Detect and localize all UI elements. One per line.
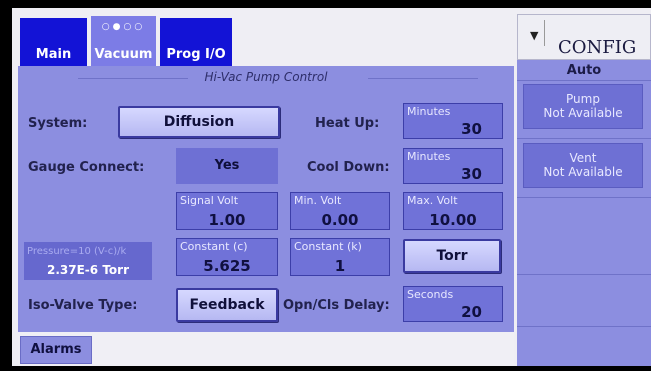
iso-valve-type-button[interactable]: Feedback <box>176 288 278 322</box>
side-divider-1 <box>517 80 651 81</box>
heat-up-field[interactable]: Minutes 30 <box>403 103 503 139</box>
heat-up-value: 30 <box>461 120 482 138</box>
cool-down-label: Cool Down: <box>307 160 390 175</box>
heat-up-unit: Minutes <box>407 105 451 118</box>
vent-title: Vent <box>569 151 597 165</box>
max-volt-caption: Max. Volt <box>407 194 458 207</box>
pump-button[interactable]: Pump Not Available <box>523 84 643 129</box>
max-volt-field[interactable]: Max. Volt 10.00 <box>403 192 503 230</box>
pump-title: Pump <box>566 92 600 106</box>
config-side-panel: ▼ CONFIG Auto Pump Not Available Vent No… <box>517 14 651 366</box>
tab-prog-io[interactable]: Prog I/O <box>160 18 232 66</box>
mode-label: Auto <box>566 63 602 78</box>
dropdown-arrow-icon: ▼ <box>530 29 539 42</box>
min-volt-field[interactable]: Min. Volt 0.00 <box>290 192 390 230</box>
section-title: Hi-Vac Pump Control <box>204 70 328 84</box>
gauge-connect-value[interactable]: Yes <box>176 148 278 184</box>
tab-main-label: Main <box>35 47 72 62</box>
side-divider-4 <box>517 274 651 275</box>
pressure-formula: Pressure=10 (V-c)/k <box>27 246 127 257</box>
cool-down-field[interactable]: Minutes 30 <box>403 148 503 184</box>
constant-k-field[interactable]: Constant (k) 1 <box>290 238 390 276</box>
alarms-button[interactable]: Alarms <box>20 336 92 364</box>
constant-c-value: 5.625 <box>203 257 251 275</box>
constant-c-caption: Constant (c) <box>180 240 248 253</box>
config-label: CONFIG <box>558 37 637 58</box>
page-indicator-dots: ○●○○ <box>101 22 146 32</box>
side-divider-5 <box>517 326 651 327</box>
tab-vacuum[interactable]: ○●○○ Vacuum <box>91 16 156 66</box>
constant-k-value: 1 <box>334 257 346 275</box>
config-dropdown[interactable]: ▼ CONFIG <box>517 14 651 60</box>
delay-unit: Seconds <box>407 288 454 301</box>
system-selector-button[interactable]: Diffusion <box>118 106 280 138</box>
cool-down-unit: Minutes <box>407 150 451 163</box>
heat-up-label: Heat Up: <box>315 116 380 131</box>
min-volt-value: 0.00 <box>321 211 359 229</box>
hi-vac-pump-panel: Hi-Vac Pump Control System: Diffusion He… <box>18 66 514 332</box>
iso-valve-type-label: Iso-Valve Type: <box>28 298 138 313</box>
signal-volt-value: 1.00 <box>208 211 246 229</box>
bottom-bar: Alarms <box>18 332 514 366</box>
side-divider-2 <box>517 138 651 139</box>
title-rule-right <box>368 78 478 79</box>
system-label: System: <box>28 116 88 131</box>
constant-k-caption: Constant (k) <box>294 240 362 253</box>
pressure-value: 2.37E-6 Torr <box>47 263 129 277</box>
constant-c-field[interactable]: Constant (c) 5.625 <box>176 238 278 276</box>
vent-status: Not Available <box>543 165 623 179</box>
vent-button[interactable]: Vent Not Available <box>523 143 643 188</box>
dropdown-divider <box>544 20 545 46</box>
open-close-delay-label: Opn/Cls Delay: <box>283 298 390 313</box>
tab-main[interactable]: Main <box>20 18 87 66</box>
pressure-readout: Pressure=10 (V-c)/k 2.37E-6 Torr <box>24 242 152 280</box>
delay-value: 20 <box>461 303 482 321</box>
open-close-delay-field[interactable]: Seconds 20 <box>403 286 503 322</box>
gauge-connect-label: Gauge Connect: <box>28 160 145 175</box>
pressure-unit-button[interactable]: Torr <box>403 239 501 273</box>
signal-volt-caption: Signal Volt <box>180 194 239 207</box>
tab-vacuum-label: Vacuum <box>94 47 153 62</box>
side-divider-3 <box>517 197 651 198</box>
signal-volt-field[interactable]: Signal Volt 1.00 <box>176 192 278 230</box>
tab-prog-io-label: Prog I/O <box>166 47 226 62</box>
max-volt-value: 10.00 <box>429 211 477 229</box>
min-volt-caption: Min. Volt <box>294 194 342 207</box>
touch-screen: Main ○●○○ Vacuum Prog I/O Hi-Vac Pump Co… <box>12 8 651 366</box>
cool-down-value: 30 <box>461 165 482 183</box>
pump-status: Not Available <box>543 106 623 120</box>
